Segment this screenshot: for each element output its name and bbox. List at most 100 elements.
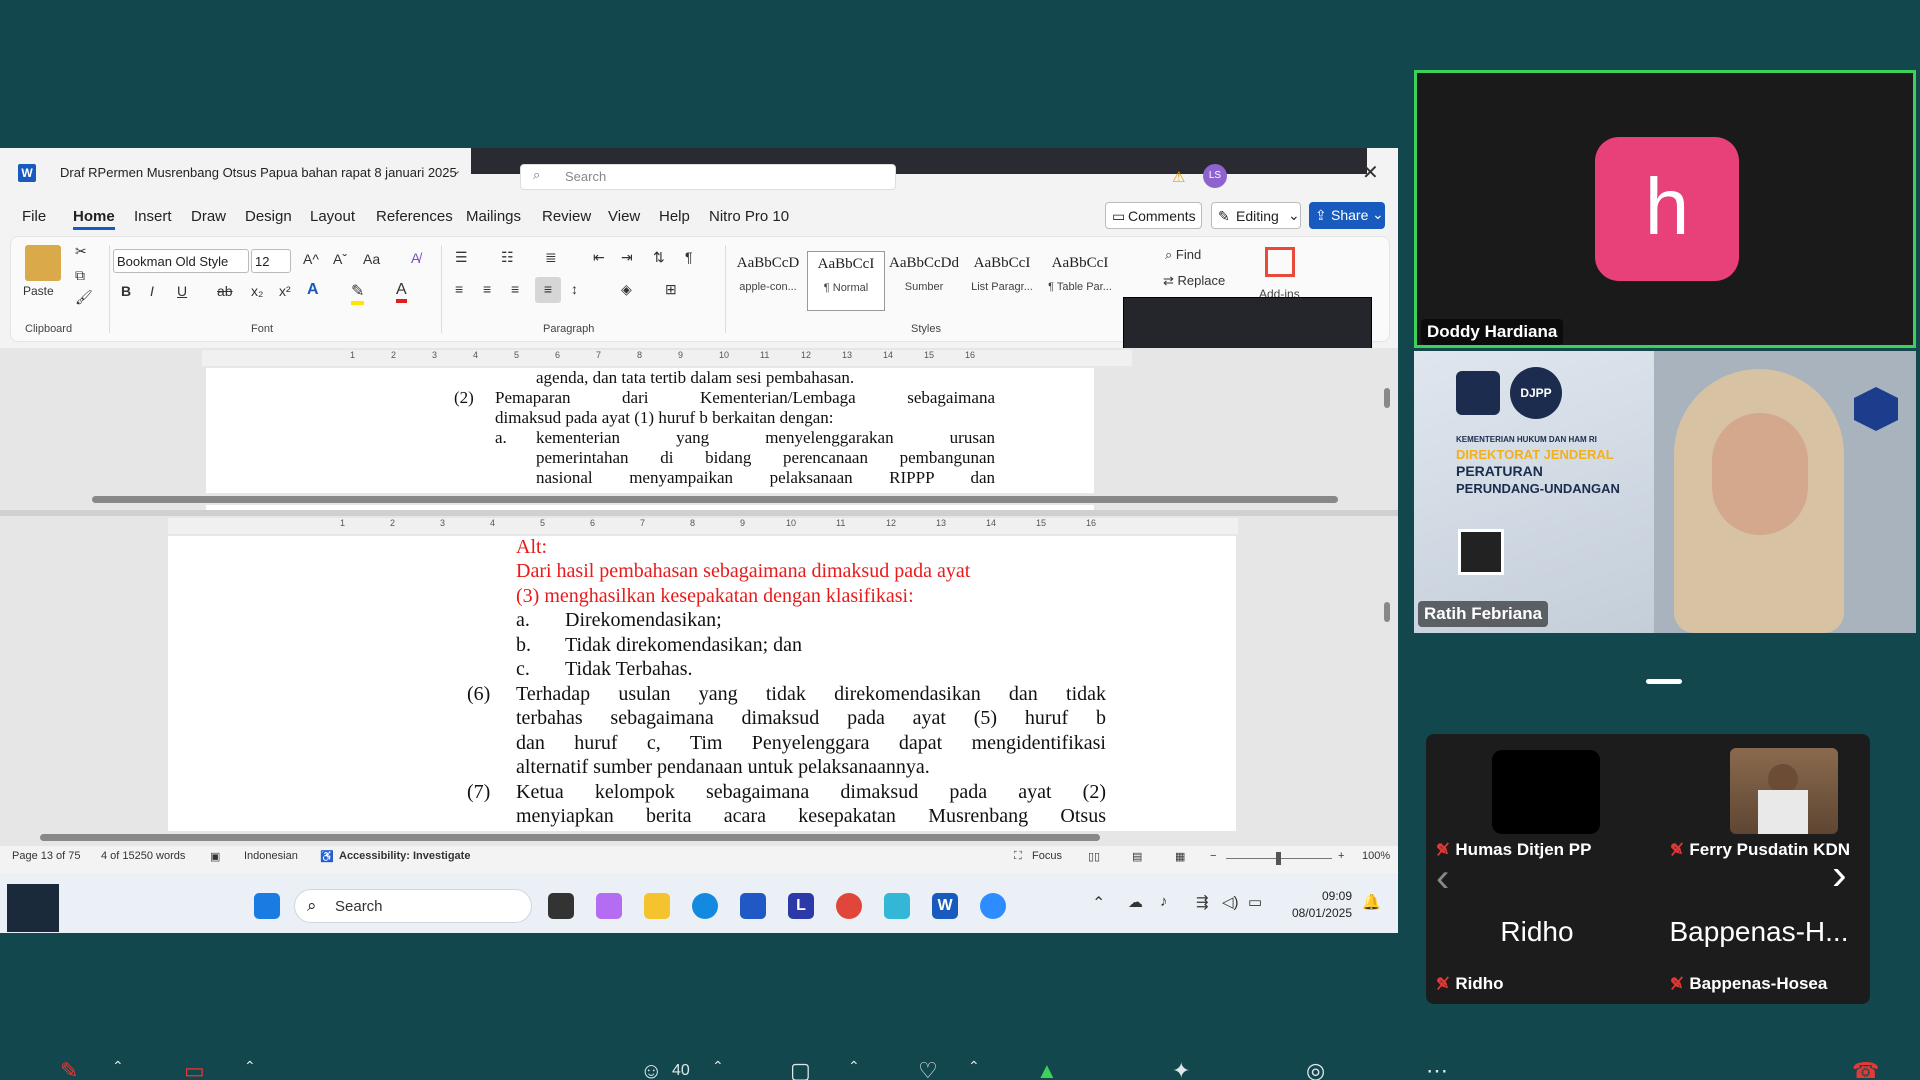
copilot-icon[interactable]: [596, 893, 622, 919]
participant-center-name-ridho[interactable]: Ridho: [1426, 916, 1648, 948]
borders-icon[interactable]: ⊞: [665, 281, 677, 298]
gallery-prev-icon[interactable]: ‹: [1436, 856, 1449, 901]
file-explorer-icon[interactable]: [644, 893, 670, 919]
page-count[interactable]: Page 13 of 75: [12, 850, 81, 862]
style-list-paragraph[interactable]: AaBbCcI List Paragr...: [963, 251, 1041, 311]
chevron-up-icon[interactable]: ⌃: [848, 1058, 860, 1075]
chevron-up-icon[interactable]: ⌃: [712, 1058, 724, 1075]
chevron-up-icon[interactable]: ⌃: [968, 1058, 980, 1075]
decrease-indent-icon[interactable]: ⇤: [593, 249, 605, 266]
tab-nitro[interactable]: Nitro Pro 10: [709, 208, 789, 225]
participant-thumb-humas[interactable]: [1492, 750, 1600, 834]
scroll-thumb[interactable]: [92, 496, 1338, 503]
video-off-icon[interactable]: ▭: [184, 1058, 205, 1080]
horizontal-scrollbar-bottom[interactable]: [28, 831, 1372, 843]
close-icon[interactable]: ✕: [1362, 160, 1379, 185]
strikethrough-button[interactable]: ab: [217, 283, 233, 299]
document-page-top[interactable]: agenda, dan tata tertib dalam sesi pemba…: [206, 368, 1094, 510]
participants-icon[interactable]: ☺: [640, 1058, 662, 1080]
windows-start-icon[interactable]: [254, 893, 280, 919]
tab-help[interactable]: Help: [659, 208, 690, 225]
more-icon[interactable]: ⋯: [1426, 1058, 1448, 1080]
align-center-icon[interactable]: ≡: [483, 281, 491, 297]
panel-drag-handle[interactable]: [1646, 679, 1682, 684]
horizontal-scrollbar-top[interactable]: [28, 493, 1372, 505]
chrome-icon[interactable]: [836, 893, 862, 919]
snipping-tool-icon[interactable]: [884, 893, 910, 919]
chevron-up-icon[interactable]: ⌃: [1092, 893, 1105, 913]
text-effects-icon[interactable]: A: [307, 281, 319, 299]
format-painter-icon[interactable]: 🖌: [75, 289, 93, 306]
cut-icon[interactable]: ✂: [75, 243, 87, 260]
store-icon[interactable]: [740, 893, 766, 919]
participant-center-name-bappenas[interactable]: Bappenas-H...: [1648, 916, 1870, 948]
style-apple-con[interactable]: AaBbCcD apple-con...: [729, 251, 807, 311]
tab-home[interactable]: Home: [73, 208, 115, 230]
tab-insert[interactable]: Insert: [134, 208, 172, 225]
focus-button[interactable]: Focus: [1032, 850, 1062, 862]
tab-review[interactable]: Review: [542, 208, 591, 225]
grow-font-button[interactable]: A^: [303, 251, 319, 267]
scroll-thumb[interactable]: [40, 834, 1100, 841]
style-normal[interactable]: AaBbCcI ¶ Normal: [807, 251, 885, 311]
find-button[interactable]: ⌕ Find: [1165, 247, 1201, 263]
vertical-scrollbar-top[interactable]: [1380, 368, 1394, 488]
chevron-up-icon[interactable]: ⌃: [112, 1058, 124, 1075]
chat-icon[interactable]: ▢: [790, 1058, 811, 1080]
highlight-icon[interactable]: ✎: [351, 281, 365, 305]
scroll-thumb[interactable]: [1384, 388, 1390, 408]
numbering-icon[interactable]: ☷: [501, 249, 514, 266]
word-count[interactable]: 4 of 15250 words: [101, 850, 185, 862]
user-avatar[interactable]: LS: [1203, 164, 1227, 188]
edge-icon[interactable]: [692, 893, 718, 919]
zoom-level[interactable]: 100%: [1362, 850, 1390, 862]
chevron-up-icon[interactable]: ⌃: [244, 1058, 256, 1075]
style-table-paragraph[interactable]: AaBbCcI ¶ Table Par...: [1041, 251, 1119, 311]
align-left-icon[interactable]: ≡: [455, 281, 463, 297]
addins-icon[interactable]: [1265, 247, 1295, 277]
read-mode-icon[interactable]: ▯▯: [1088, 850, 1100, 863]
zoom-icon[interactable]: [980, 893, 1006, 919]
vertical-scrollbar-bottom[interactable]: [1380, 536, 1394, 826]
end-call-icon[interactable]: ☎: [1852, 1058, 1879, 1080]
accessibility-status[interactable]: Accessibility: Investigate: [339, 850, 470, 862]
warning-icon[interactable]: ⚠: [1172, 168, 1185, 186]
network-icon[interactable]: ⇶: [1196, 893, 1209, 911]
justify-icon[interactable]: ≡: [535, 277, 561, 303]
volume-icon[interactable]: ◁): [1222, 893, 1239, 911]
participant-thumb-ferry[interactable]: [1730, 748, 1838, 834]
font-size-select[interactable]: 12: [251, 249, 291, 273]
gallery-next-icon[interactable]: ›: [1832, 850, 1847, 900]
proofing-icon[interactable]: ▣: [210, 850, 220, 863]
apps-icon[interactable]: ◎: [1306, 1058, 1325, 1080]
shading-icon[interactable]: ◈: [621, 281, 632, 298]
language-label[interactable]: Indonesian: [244, 850, 298, 862]
bullets-icon[interactable]: ☰: [455, 249, 468, 266]
task-view-icon[interactable]: [548, 893, 574, 919]
superscript-button[interactable]: x²: [279, 283, 291, 299]
tab-file[interactable]: File: [22, 208, 46, 225]
l-app-icon[interactable]: L: [788, 893, 814, 919]
ai-companion-icon[interactable]: ✦: [1172, 1058, 1190, 1080]
clock-time[interactable]: 09:09: [1284, 889, 1352, 903]
taskbar-search[interactable]: ⌕ Search: [294, 889, 532, 923]
share-button[interactable]: ⇪ Share ⌄: [1309, 202, 1385, 229]
tab-layout[interactable]: Layout: [310, 208, 355, 225]
zoom-slider-thumb[interactable]: [1276, 852, 1281, 865]
multilevel-list-icon[interactable]: ≣: [545, 249, 557, 266]
tab-draw[interactable]: Draw: [191, 208, 226, 225]
increase-indent-icon[interactable]: ⇥: [621, 249, 633, 266]
style-sumber[interactable]: AaBbCcDd Sumber: [885, 251, 963, 311]
participant-tile-doddy[interactable]: h Doddy Hardiana: [1414, 70, 1916, 348]
taskbar-widget-thumb[interactable]: [7, 884, 59, 932]
replace-button[interactable]: ⇄ Replace: [1163, 273, 1225, 289]
line-spacing-icon[interactable]: ↕: [571, 281, 578, 297]
subscript-button[interactable]: x₂: [251, 283, 263, 299]
font-color-icon[interactable]: A: [396, 281, 407, 303]
italic-button[interactable]: I: [150, 283, 154, 299]
paste-icon[interactable]: [25, 245, 61, 281]
sort-icon[interactable]: ⇅: [653, 249, 665, 266]
web-layout-icon[interactable]: ▦: [1175, 850, 1185, 863]
reactions-icon[interactable]: ♡: [918, 1058, 938, 1080]
onedrive-icon[interactable]: ☁: [1128, 893, 1143, 911]
